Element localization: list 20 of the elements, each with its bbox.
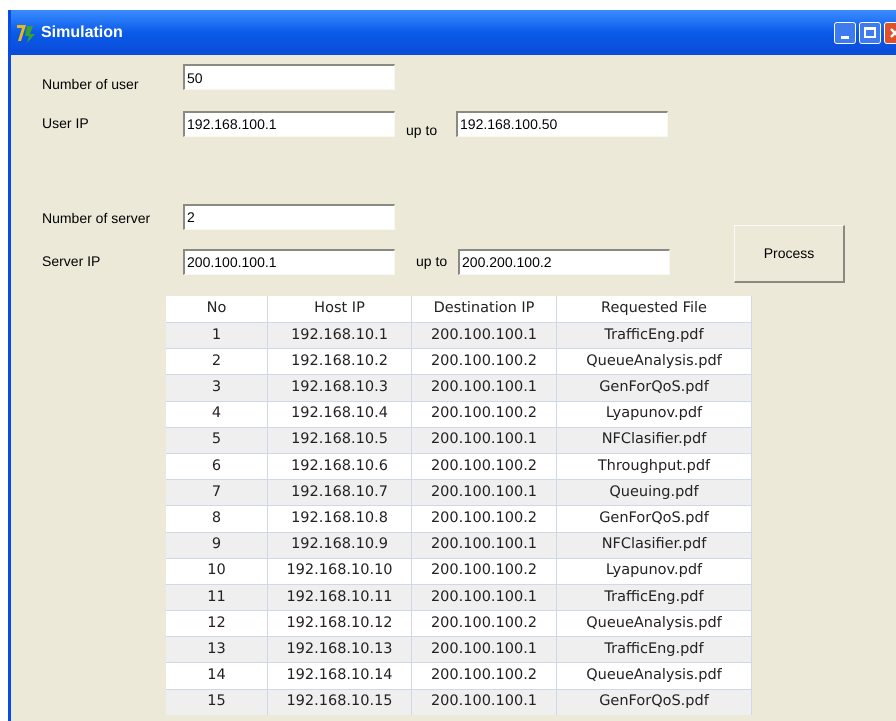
table-cell: GenForQoS.pdf [557,690,752,715]
field-label: Number of user [42,74,140,94]
input-field[interactable]: 200.200.100.2 [458,248,670,274]
input-field[interactable]: 200.100.100.1 [183,248,395,274]
field-label: User IP [42,114,90,133]
minimize-button[interactable] [834,22,856,44]
window-title: Simulation [41,22,123,42]
field-label: up to [405,121,438,140]
maximize-button[interactable] [859,22,881,44]
field-label: Server IP [42,252,102,271]
table-cell: 200.100.100.1 [412,690,557,715]
input-field[interactable]: 50 [183,64,395,90]
field-label: Number of server [42,209,152,228]
process-button[interactable]: Process [734,225,845,283]
table-cell: 192.168.10.15 [268,690,412,715]
input-field[interactable]: 192.168.100.50 [456,110,668,136]
input-field[interactable]: 2 [183,204,395,230]
field-label: up to [415,252,448,271]
input-field[interactable]: 192.168.100.1 [183,110,395,136]
table-cell: 15 [166,690,268,715]
